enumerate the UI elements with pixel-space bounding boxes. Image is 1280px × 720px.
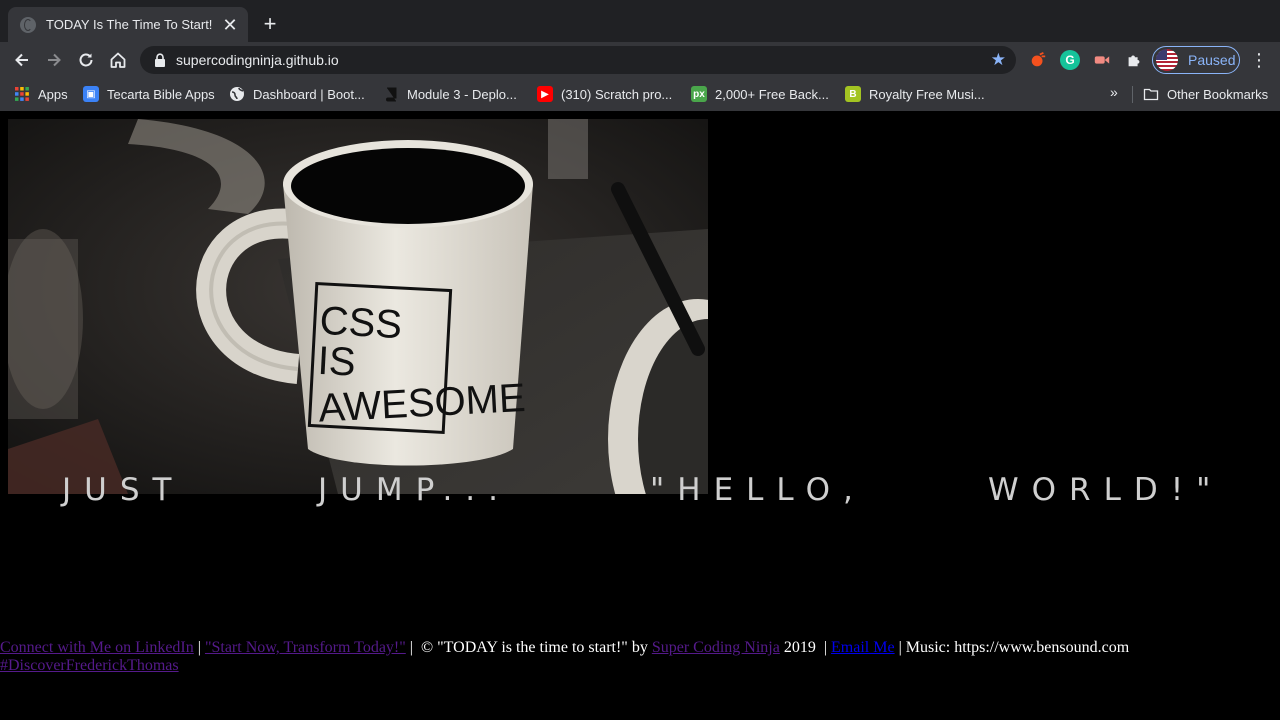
address-bar[interactable]: supercodingninja.github.io ★ (140, 46, 1016, 74)
email-link[interactable]: Email Me (831, 639, 895, 656)
forward-button[interactable] (42, 48, 66, 72)
bookmark-module3[interactable]: Module 3 - Deplo... (383, 84, 517, 104)
bookmark-tecarta[interactable]: ▣ Tecarta Bible Apps (83, 84, 215, 104)
mug-text-line: IS (317, 339, 357, 385)
close-tab-icon[interactable]: ✕ (222, 16, 238, 34)
tab-title: TODAY Is The Time To Start! (46, 17, 213, 32)
active-tab[interactable]: TODAY Is The Time To Start! ✕ (8, 7, 248, 42)
bookmark-scratch[interactable]: ▶ (310) Scratch pro... (537, 84, 672, 104)
bookmark-label: Royalty Free Musi... (869, 86, 985, 102)
music-credit: | Music: https://www.bensound.com (894, 639, 1130, 656)
globe-icon (229, 86, 245, 102)
book-icon (383, 86, 399, 102)
start-now-link[interactable]: "Start Now, Transform Today!" (205, 639, 406, 656)
page-footer: Connect with Me on LinkedIn | "Start Now… (0, 639, 1280, 675)
screencast-icon[interactable] (1092, 50, 1112, 70)
footer-separator: | (819, 639, 832, 656)
reload-icon (79, 53, 93, 67)
bookmark-label: Tecarta Bible Apps (107, 86, 215, 102)
copyright-text: © "TODAY is the time to start!" by (416, 639, 652, 656)
bookmarks-overflow-icon[interactable]: » (1110, 84, 1118, 100)
browser-menu-icon[interactable]: ⋮ (1250, 50, 1268, 70)
linkedin-link[interactable]: Connect with Me on LinkedIn (0, 639, 194, 656)
other-bookmarks-folder[interactable]: Other Bookmarks (1143, 84, 1268, 104)
web-page: CSS IS AWESOME JUST JUMP... "HELLO, WORL… (0, 111, 1280, 720)
bookmark-apps[interactable]: Apps (14, 84, 68, 104)
tagline-word: JUST (62, 472, 185, 508)
bookmark-label: Module 3 - Deplo... (407, 86, 517, 102)
b-icon: B (845, 86, 861, 102)
bookmarks-bar: Apps ▣ Tecarta Bible Apps Dashboard | Bo… (0, 78, 1280, 111)
bookmark-dashboard[interactable]: Dashboard | Boot... (229, 84, 365, 104)
footer-separator: | (193, 639, 205, 656)
copyright-year: 2019 (779, 639, 820, 656)
other-bookmarks-label: Other Bookmarks (1167, 86, 1269, 102)
bookmark-label: Dashboard | Boot... (253, 86, 365, 102)
footer-separator: | (405, 639, 417, 656)
bible-icon: ▣ (83, 86, 99, 102)
lock-icon (155, 53, 165, 67)
px-icon: px (691, 86, 707, 102)
bookmark-music[interactable]: B Royalty Free Musi... (845, 84, 985, 104)
bookmark-label: (310) Scratch pro... (561, 86, 673, 102)
back-button[interactable] (10, 48, 34, 72)
reload-button[interactable] (74, 48, 98, 72)
bookmarks-divider (1132, 86, 1133, 103)
author-link[interactable]: Super Coding Ninja (652, 639, 780, 656)
tagline-word: JUMP... (318, 472, 512, 508)
youtube-icon: ▶ (537, 86, 553, 102)
apps-grid-icon (14, 86, 30, 102)
hashtag-link[interactable]: #DiscoverFrederickThomas (0, 657, 179, 674)
bookmark-backgrounds[interactable]: px 2,000+ Free Back... (691, 84, 829, 104)
globe-icon (20, 16, 36, 33)
new-tab-button[interactable]: + (258, 12, 282, 36)
home-button[interactable] (106, 48, 130, 72)
folder-icon (1143, 86, 1159, 102)
profile-status: Paused (1188, 52, 1236, 68)
bookmark-star-icon[interactable]: ★ (991, 51, 1006, 69)
bookmark-label: Apps (38, 86, 68, 102)
url-text: supercodingninja.github.io (176, 52, 339, 68)
hero-mug-image: CSS IS AWESOME (8, 119, 708, 494)
browser-toolbar: supercodingninja.github.io ★ G Paused ⋮ (0, 42, 1280, 78)
puzzle-icon[interactable] (1124, 50, 1144, 70)
profile-avatar-icon (1156, 49, 1178, 71)
grammarly-icon[interactable]: G (1060, 50, 1080, 70)
bookmark-label: 2,000+ Free Back... (715, 86, 829, 102)
tagline-word: WORLD!" (988, 472, 1224, 508)
back-arrow-icon (15, 53, 28, 67)
tab-strip: TODAY Is The Time To Start! ✕ + (0, 0, 1280, 42)
forward-arrow-icon (48, 53, 61, 67)
profile-button[interactable]: Paused (1152, 46, 1240, 74)
ext-orange-icon[interactable] (1028, 50, 1048, 70)
home-icon (110, 52, 126, 68)
tagline-word: "HELLO, (650, 472, 866, 508)
